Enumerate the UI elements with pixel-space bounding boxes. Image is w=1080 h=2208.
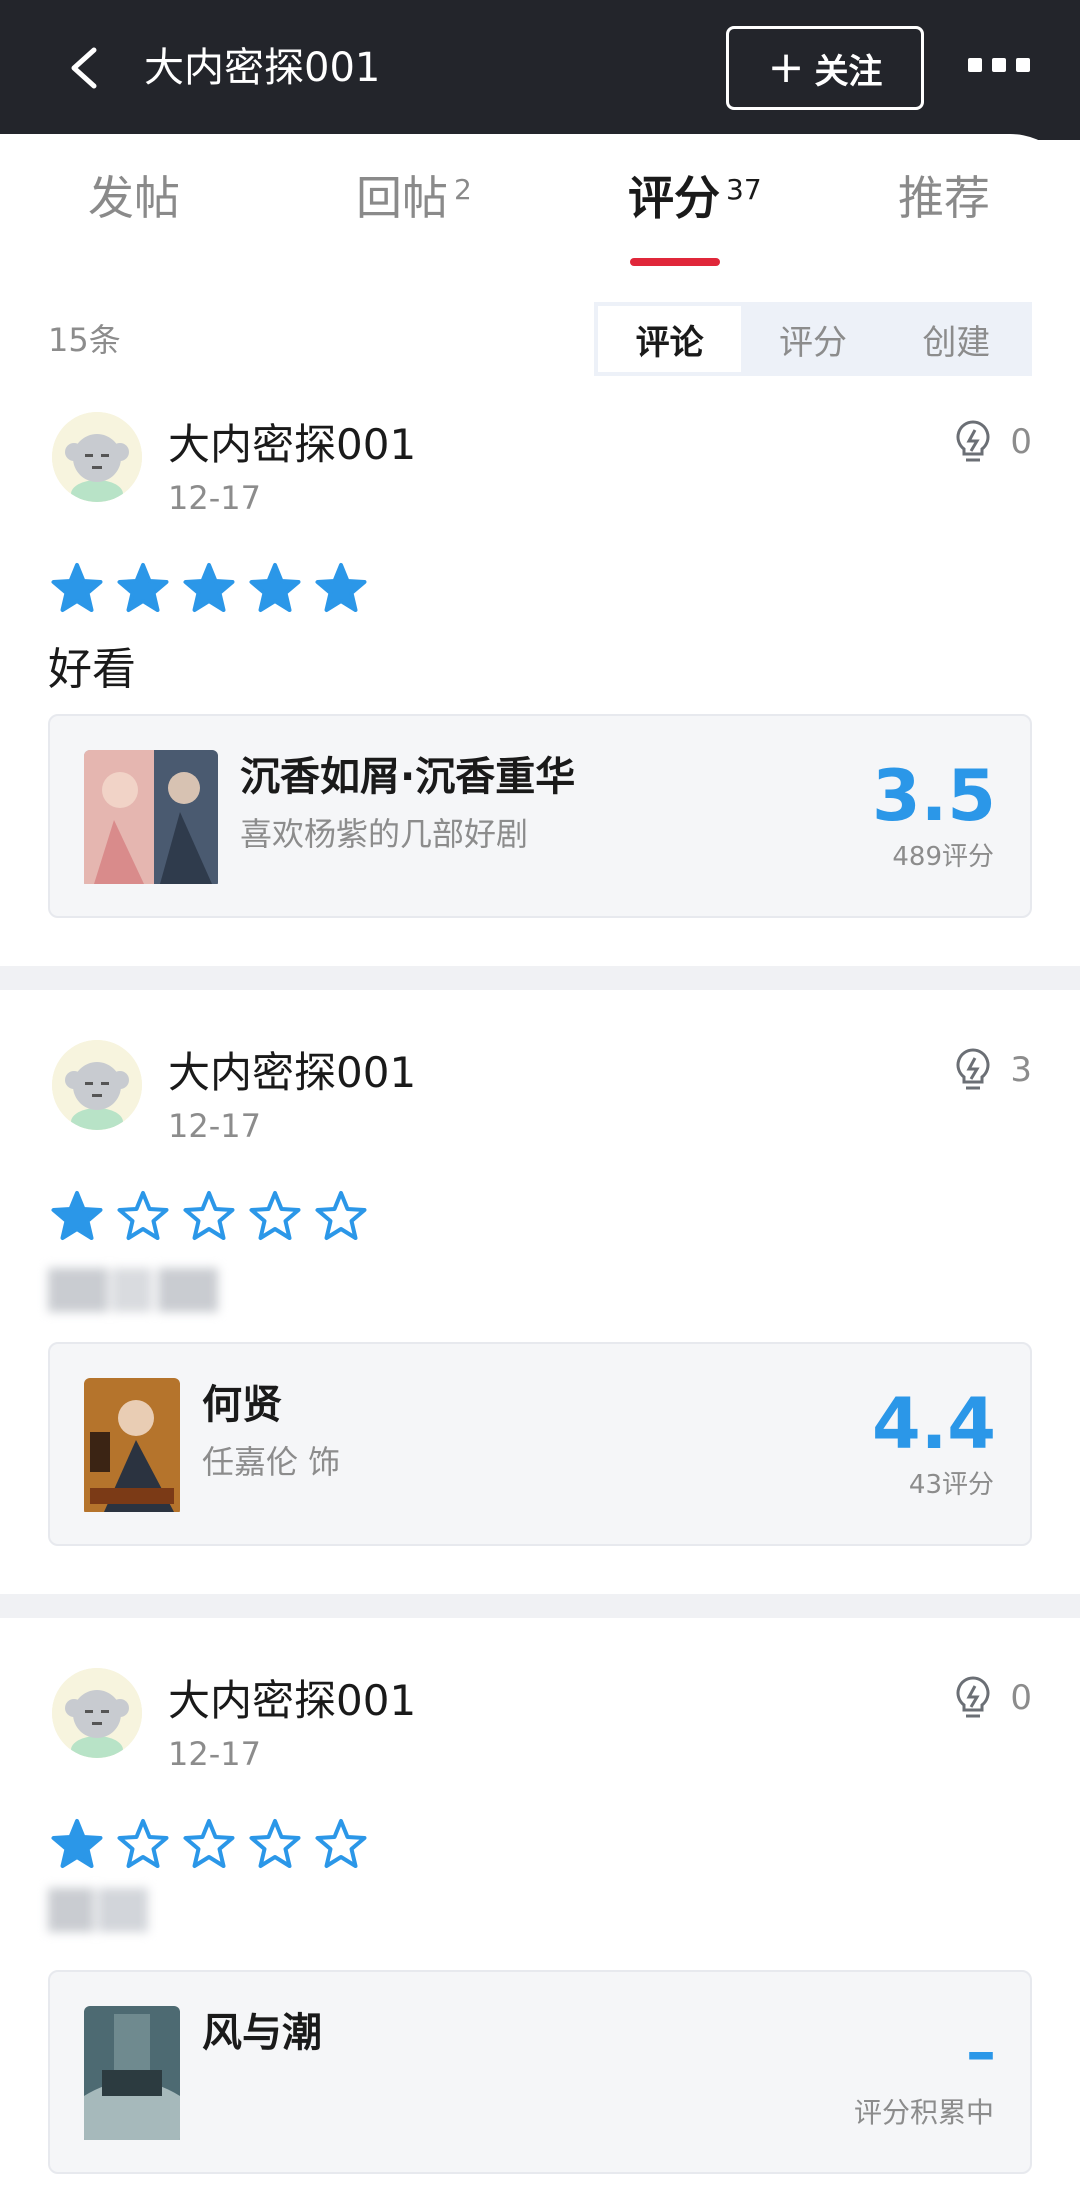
top-bar: 大内密探001 + 关注 [0, 0, 1080, 140]
chevron-left-icon [71, 47, 97, 89]
follow-label: 关注 [814, 51, 883, 92]
review-text: 好看 [48, 644, 136, 695]
tab-active-indicator [630, 258, 720, 266]
more-dot-icon [992, 58, 1006, 72]
like-button[interactable]: 0 [952, 1674, 1032, 1722]
page-title: 大内密探001 [144, 45, 381, 91]
review-item[interactable]: 大内密探001 12-17 0 风与潮 – 评分积累中 [0, 1668, 1080, 2188]
follow-button[interactable]: + 关注 [726, 26, 924, 110]
segment-comments[interactable]: 评论 [598, 306, 742, 372]
card-score: – [966, 2017, 996, 2087]
review-date: 12-17 [168, 1735, 261, 1773]
username[interactable]: 大内密探001 [168, 418, 416, 472]
tab-count: 37 [726, 173, 762, 206]
review-item[interactable]: 大内密探001 12-17 3 何贤 任嘉伦 饰 4.4 43评分 [0, 1040, 1080, 1560]
section-divider [0, 1594, 1080, 1618]
poster-image [84, 2006, 180, 2144]
more-dot-icon [968, 58, 982, 72]
star-filled-icon [249, 563, 301, 612]
review-date: 12-17 [168, 479, 261, 517]
poster-image [84, 1378, 180, 1516]
avatar-face-icon [52, 412, 142, 502]
review-text-redacted [48, 1880, 168, 1956]
segment-ratings[interactable]: 评分 [741, 306, 884, 372]
lightbulb-icon [956, 1676, 990, 1718]
item-card[interactable]: 风与潮 – 评分积累中 [48, 1970, 1032, 2174]
star-empty-icon [117, 1191, 169, 1240]
lightbulb-icon [956, 1048, 990, 1090]
poster-image [84, 750, 218, 888]
section-divider [0, 966, 1080, 990]
card-score-count: 489评分 [892, 842, 994, 872]
avatar[interactable] [52, 1040, 142, 1130]
star-filled-icon [51, 1191, 103, 1240]
card-score-count: 评分积累中 [853, 2096, 994, 2129]
like-count: 3 [1010, 1050, 1032, 1090]
star-filled-icon [51, 1819, 103, 1868]
star-filled-icon [117, 563, 169, 612]
tab-label: 推荐 [898, 171, 990, 225]
back-button[interactable] [60, 40, 110, 96]
username[interactable]: 大内密探001 [168, 1674, 416, 1728]
more-button[interactable] [968, 58, 1030, 72]
like-button[interactable]: 3 [952, 1046, 1032, 1094]
avatar-face-icon [52, 1668, 142, 1758]
tab-recommend[interactable]: 推荐 [898, 168, 990, 228]
like-button[interactable]: 0 [952, 418, 1032, 466]
card-score-count: 43评分 [908, 1470, 994, 1500]
lightbulb-icon [956, 420, 990, 462]
star-empty-icon [315, 1191, 367, 1240]
star-rating [50, 1190, 368, 1242]
star-empty-icon [183, 1819, 235, 1868]
item-card[interactable]: 何贤 任嘉伦 饰 4.4 43评分 [48, 1342, 1032, 1546]
avatar[interactable] [52, 412, 142, 502]
star-filled-icon [183, 563, 235, 612]
review-item[interactable]: 大内密探001 12-17 0 好看 沉香如屑·沉香重华 喜欢杨紫的几部好剧 3… [0, 412, 1080, 932]
tab-label: 发帖 [88, 171, 180, 225]
segment-created[interactable]: 创建 [885, 306, 1028, 372]
star-rating [50, 1818, 368, 1870]
star-rating [50, 562, 368, 614]
like-count: 0 [1010, 1678, 1032, 1718]
tab-ratings[interactable]: 评分 37 [628, 168, 762, 228]
star-empty-icon [249, 1819, 301, 1868]
tab-replies[interactable]: 回帖 2 [356, 168, 472, 228]
plus-icon: + [767, 42, 805, 93]
item-count: 15条 [48, 321, 121, 359]
item-card[interactable]: 沉香如屑·沉香重华 喜欢杨紫的几部好剧 3.5 489评分 [48, 714, 1032, 918]
card-title: 风与潮 [202, 2010, 322, 2056]
avatar-face-icon [52, 1040, 142, 1130]
username[interactable]: 大内密探001 [168, 1046, 416, 1100]
review-date: 12-17 [168, 1107, 261, 1145]
star-empty-icon [249, 1191, 301, 1240]
like-count: 0 [1010, 422, 1032, 462]
star-filled-icon [315, 563, 367, 612]
segmented-control: 评论 评分 创建 [594, 302, 1032, 376]
more-dot-icon [1016, 58, 1030, 72]
star-empty-icon [315, 1819, 367, 1868]
star-empty-icon [183, 1191, 235, 1240]
tab-label: 回帖 [356, 171, 448, 225]
card-subtitle: 任嘉伦 饰 [202, 1443, 341, 1481]
avatar[interactable] [52, 1668, 142, 1758]
tab-count: 2 [454, 173, 472, 206]
card-subtitle: 喜欢杨紫的几部好剧 [240, 815, 529, 853]
review-text-redacted [48, 1260, 248, 1336]
card-title: 何贤 [202, 1382, 282, 1428]
profile-tabs: 发帖 回帖 2 评分 37 推荐 [0, 160, 1080, 270]
card-score: 4.4 [871, 1383, 996, 1465]
tab-posts[interactable]: 发帖 [88, 168, 180, 228]
card-title: 沉香如屑·沉香重华 [240, 754, 576, 800]
star-filled-icon [51, 563, 103, 612]
tab-label: 评分 [628, 171, 720, 225]
card-score: 3.5 [871, 755, 996, 837]
star-empty-icon [117, 1819, 169, 1868]
